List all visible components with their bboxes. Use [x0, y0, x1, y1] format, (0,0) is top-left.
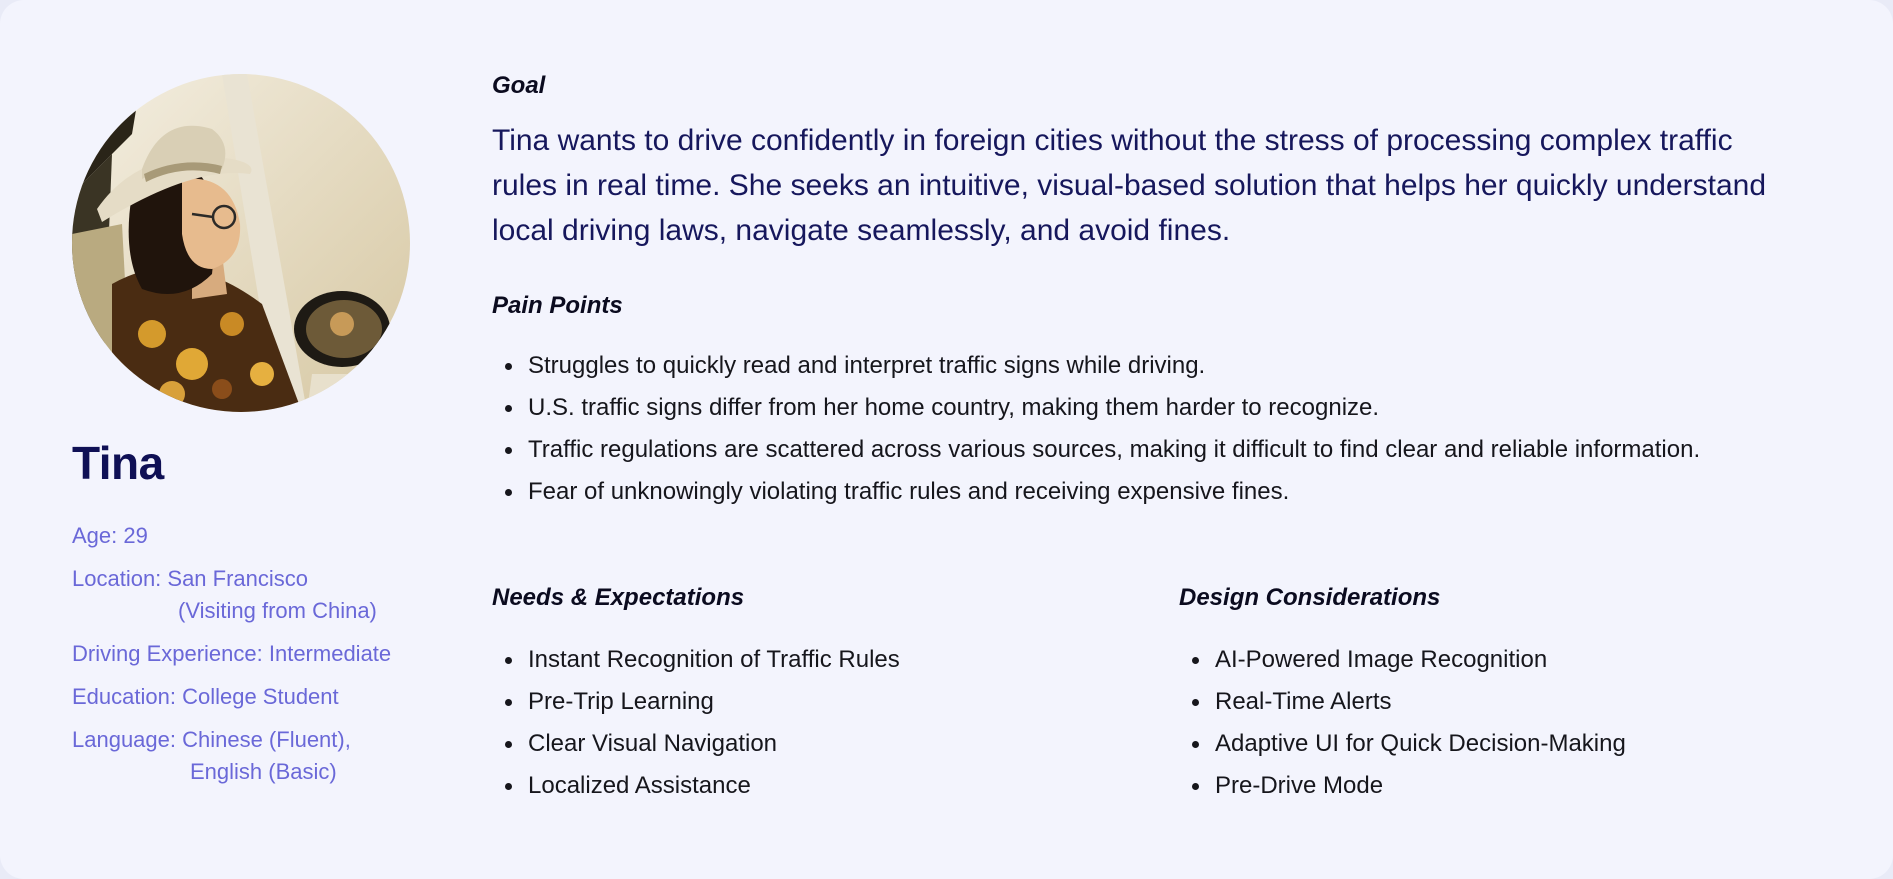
list-item: Localized Assistance [492, 768, 1112, 804]
list-item: Real-Time Alerts [1179, 684, 1799, 720]
attribute-language-text: Language: Chinese (Fluent), [72, 727, 351, 752]
list-item: Pre-Drive Mode [1179, 768, 1799, 804]
persona-name: Tina [72, 437, 164, 489]
attribute-location: Location: San Francisco (Visiting from C… [72, 563, 432, 627]
list-item: AI-Powered Image Recognition [1179, 642, 1799, 678]
persona-attributes: Age: 29 Location: San Francisco (Visitin… [72, 520, 432, 799]
persona-card: Tina Age: 29 Location: San Francisco (Vi… [0, 0, 1893, 879]
attribute-driving-experience: Driving Experience: Intermediate [72, 638, 432, 670]
list-item: Adaptive UI for Quick Decision-Making [1179, 726, 1799, 762]
persona-photo [72, 74, 410, 412]
needs-list: Instant Recognition of Traffic Rules Pre… [492, 642, 1112, 810]
goal-text: Tina wants to drive confidently in forei… [492, 124, 1767, 247]
attribute-location-detail: (Visiting from China) [178, 598, 377, 623]
list-item: Struggles to quickly read and interpret … [492, 348, 1792, 384]
attribute-driving-experience-text: Driving Experience: Intermediate [72, 641, 392, 666]
design-considerations-list: AI-Powered Image Recognition Real-Time A… [1179, 642, 1799, 810]
attribute-age: Age: 29 [72, 520, 432, 552]
list-item: Clear Visual Navigation [492, 726, 1112, 762]
design-considerations-heading: Design Considerations [1179, 584, 1441, 611]
pain-points-heading: Pain Points [492, 292, 623, 319]
attribute-education: Education: College Student [72, 681, 432, 713]
list-item: Traffic regulations are scattered across… [492, 432, 1792, 468]
pain-points-list: Struggles to quickly read and interpret … [492, 348, 1792, 516]
attribute-location-text: Location: San Francisco [72, 566, 309, 591]
list-item: Instant Recognition of Traffic Rules [492, 642, 1112, 678]
needs-heading: Needs & Expectations [492, 584, 745, 611]
list-item: Fear of unknowingly violating traffic ru… [492, 474, 1792, 510]
attribute-age-text: Age: 29 [72, 523, 148, 548]
list-item: U.S. traffic signs differ from her home … [492, 390, 1792, 426]
goal-heading: Goal [492, 72, 546, 99]
list-item: Pre-Trip Learning [492, 684, 1112, 720]
attribute-language: Language: Chinese (Fluent), English (Bas… [72, 724, 432, 788]
attribute-language-detail: English (Basic) [190, 759, 337, 784]
attribute-education-text: Education: College Student [72, 684, 339, 709]
